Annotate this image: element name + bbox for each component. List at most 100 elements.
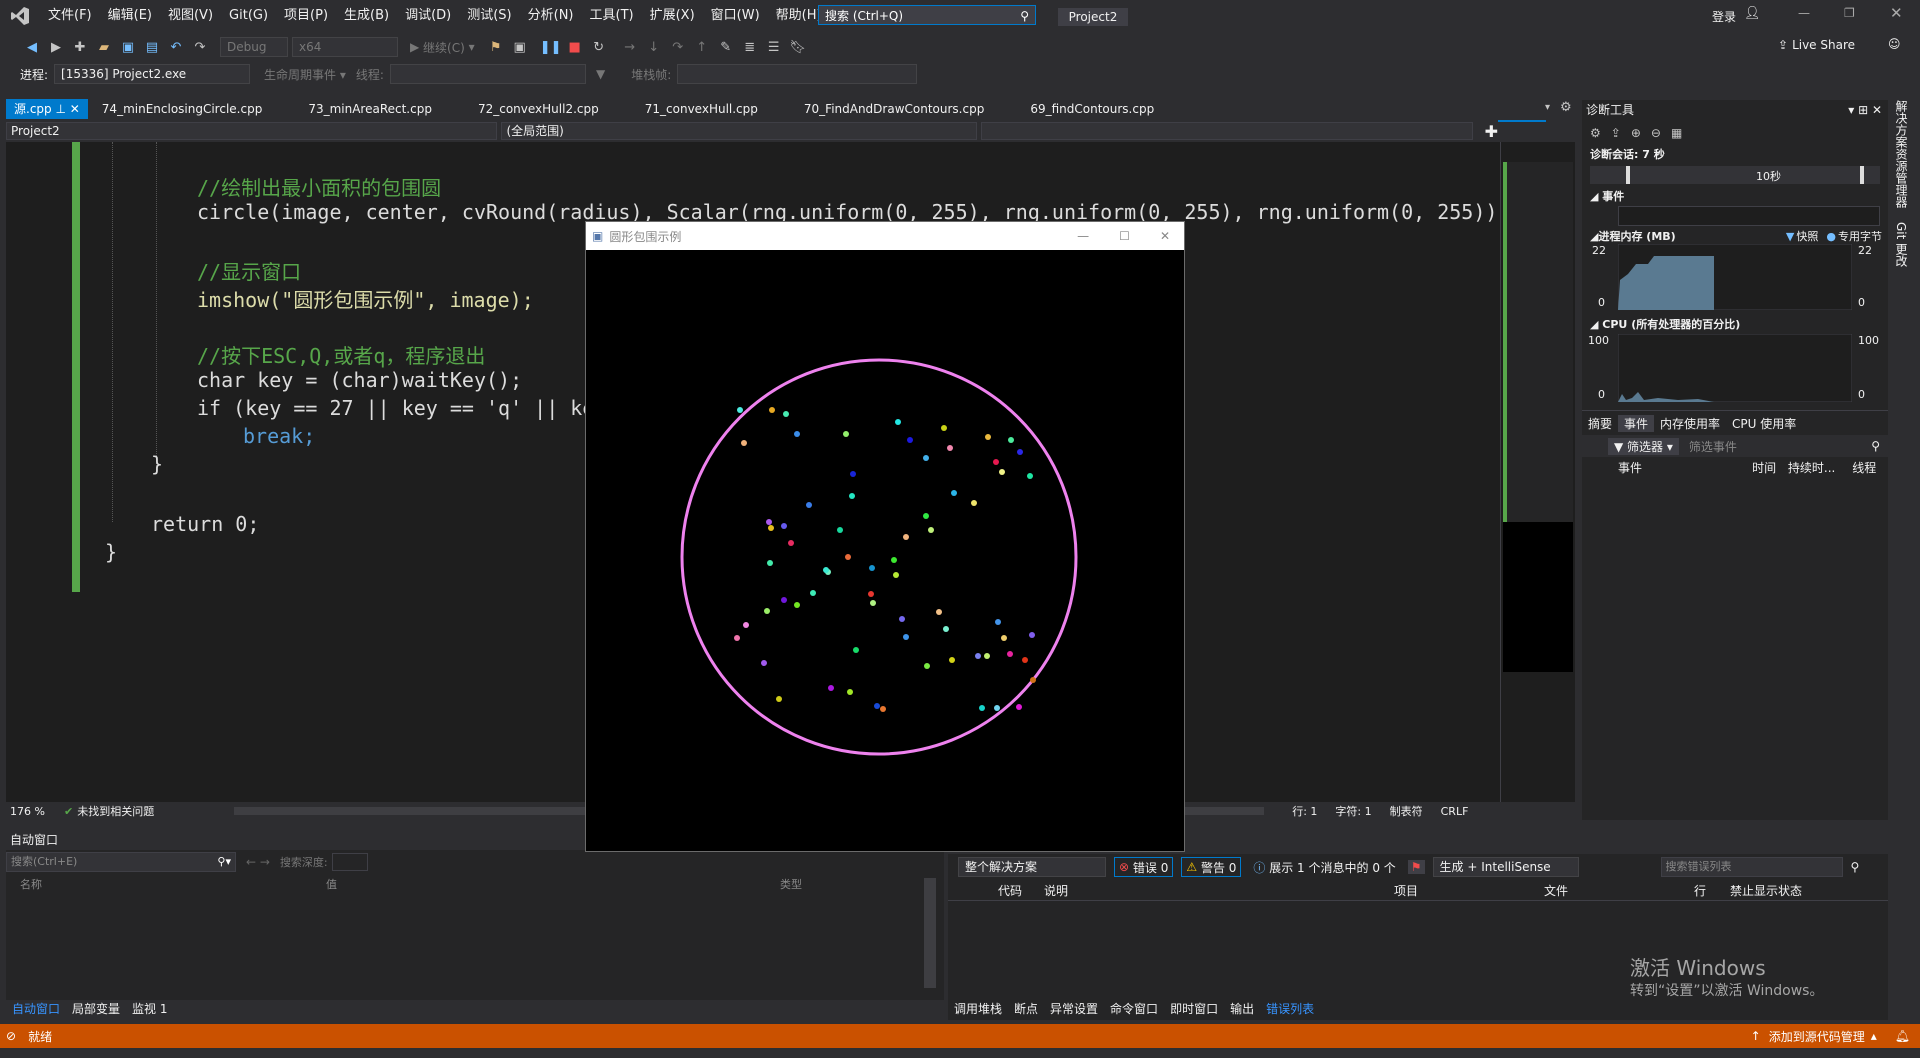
stackframe-select[interactable] (677, 64, 918, 84)
column-header[interactable]: 说明 (1044, 882, 1394, 899)
issues-status[interactable]: 未找到相关问题 (77, 803, 154, 819)
column-header[interactable]: 禁止显示状态 (1730, 882, 1870, 899)
pause-icon[interactable]: ❚❚ (540, 36, 562, 58)
step-out-icon[interactable]: ↑ (691, 36, 713, 58)
reset-zoom-icon[interactable]: ▦ (1671, 126, 1682, 140)
menu-item[interactable]: 扩展(X) (642, 0, 703, 32)
column-header[interactable]: 代码 (948, 882, 1044, 899)
bottom-tab[interactable]: 断点 (1008, 1000, 1044, 1017)
diagnostics-tab[interactable]: 内存使用率 (1654, 415, 1726, 432)
map-scrollbar[interactable] (1500, 142, 1575, 802)
lifecycle-events-button[interactable]: 生命周期事件 ▾ (264, 66, 346, 83)
solution-explorer-tab[interactable]: 解决方案资源管理器 (1893, 100, 1910, 208)
platform-select[interactable]: x64 (292, 37, 398, 57)
tab-overflow-icon[interactable]: ▾ (1545, 102, 1550, 113)
back-icon[interactable]: ◀ (21, 36, 43, 58)
menu-item[interactable]: Git(G) (221, 0, 276, 32)
menu-item[interactable]: 工具(T) (582, 0, 642, 32)
filter-events-input[interactable]: 筛选事件 (1689, 438, 1737, 455)
scope-select[interactable]: (全局范围) (501, 122, 978, 140)
feedback-icon[interactable]: ☺ (1888, 37, 1901, 51)
bottom-tab[interactable]: 命令窗口 (1104, 1000, 1164, 1017)
bookmark-icon[interactable]: 🔖︎ (787, 36, 809, 58)
login-link[interactable]: 登录 (1712, 8, 1736, 25)
vertical-scrollbar[interactable] (924, 878, 936, 988)
char-indicator[interactable]: 字符: 1 (1335, 803, 1371, 819)
settings-icon[interactable]: ⚙ (1590, 126, 1601, 140)
member-select[interactable] (981, 122, 1473, 140)
tabs-indicator[interactable]: 制表符 (1390, 803, 1423, 819)
column-header[interactable]: 线程 (1852, 459, 1888, 476)
menu-item[interactable]: 窗口(W) (703, 0, 768, 32)
warnings-filter-button[interactable]: ⚠ 警告 0 (1181, 857, 1242, 877)
bottom-tab[interactable]: 调用堆栈 (948, 1000, 1008, 1017)
search-icon[interactable]: ⚲ (1871, 439, 1880, 453)
open-folder-icon[interactable]: ▰ (93, 36, 115, 58)
search-icon[interactable]: ⚲ (1851, 860, 1860, 874)
save-icon[interactable]: ▣ (117, 36, 139, 58)
cpu-section[interactable]: ◢ CPU (所有处理器的百分比) (1582, 316, 1888, 332)
new-project-icon[interactable]: ✚ (69, 36, 91, 58)
stop-icon[interactable]: ■ (564, 36, 586, 58)
redo-icon[interactable]: ↷ (189, 36, 211, 58)
diagnostics-tab[interactable]: CPU 使用率 (1726, 415, 1802, 432)
user-icon[interactable]: 👤︎ (1744, 6, 1761, 21)
screenshot-icon[interactable]: ▣ (509, 36, 531, 58)
menu-item[interactable]: 视图(V) (160, 0, 221, 32)
menu-item[interactable]: 项目(P) (276, 0, 336, 32)
menu-item[interactable]: 调试(D) (397, 0, 459, 32)
hot-reload-icon[interactable]: ✎ (715, 36, 737, 58)
git-changes-tab[interactable]: Git 更改 (1893, 222, 1910, 267)
split-view-icon[interactable]: ✚ (1485, 122, 1498, 141)
errors-filter-button[interactable]: ⊗ 错误 0 (1114, 857, 1174, 877)
eol-indicator[interactable]: CRLF (1441, 805, 1469, 818)
menu-item[interactable]: 生成(B) (336, 0, 397, 32)
column-header[interactable]: 文件 (1544, 882, 1694, 899)
events-section[interactable]: ◢ 事件 (1582, 188, 1888, 204)
bottom-tab[interactable]: 异常设置 (1044, 1000, 1104, 1017)
tab-pin-close-icon[interactable]: ⊥ ✕ (52, 102, 79, 116)
bottom-tab[interactable]: 即时窗口 (1164, 1000, 1224, 1017)
bottom-tab[interactable]: 监视 1 (126, 1000, 173, 1017)
document-tab[interactable]: 源.cpp ⊥ ✕ (6, 99, 88, 119)
line-indicator[interactable]: 行: 1 (1292, 803, 1317, 819)
restart-icon[interactable]: ↻ (588, 36, 610, 58)
step-over-icon[interactable]: ↷ (667, 36, 689, 58)
menu-item[interactable]: 分析(N) (520, 0, 582, 32)
settings-icon[interactable]: ⚙ (1560, 100, 1572, 115)
live-share-button[interactable]: ⇪ Live Share (1778, 38, 1855, 52)
document-tab[interactable]: 69_findContours.cpp (1022, 99, 1162, 119)
window-titlebar[interactable]: ▣ 圆形包围示例 — ☐ ✕ (586, 222, 1184, 250)
search-input[interactable]: 搜索 (Ctrl+Q) ⚲ (818, 5, 1036, 25)
autos-search-input[interactable]: 搜索(Ctrl+E) ⚲▾ (6, 852, 236, 872)
build-filter-icon[interactable]: ⚑ (1407, 860, 1425, 874)
window-minimize-button[interactable]: — (1077, 229, 1089, 243)
search-depth-select[interactable] (331, 853, 368, 871)
filter-icon[interactable]: ▼ (596, 67, 605, 81)
undo-icon[interactable]: ↶ (165, 36, 187, 58)
opencv-window[interactable]: ▣ 圆形包围示例 — ☐ ✕ (585, 221, 1185, 852)
build-source-select[interactable]: 生成 + IntelliSense (1432, 857, 1579, 877)
bottom-tab[interactable]: 局部变量 (66, 1000, 126, 1017)
scope-select[interactable]: 整个解决方案 (958, 857, 1106, 877)
zoom-in-icon[interactable]: ⊕ (1631, 126, 1641, 140)
show-next-statement-icon[interactable]: → (619, 36, 641, 58)
continue-button[interactable]: ▶ 继续(C) ▾ (410, 39, 475, 56)
search-back-icon[interactable]: ← → (246, 855, 270, 869)
step-into-icon[interactable]: ↓ (643, 36, 665, 58)
column-header[interactable]: 事件 (1582, 459, 1752, 476)
document-tab[interactable]: 70_FindAndDrawContours.cpp (796, 99, 992, 119)
zoom-out-icon[interactable]: ⊖ (1651, 126, 1661, 140)
bottom-tab[interactable]: 错误列表 (1260, 1000, 1320, 1017)
column-header[interactable]: 项目 (1394, 882, 1544, 899)
threads-icon[interactable]: ≣ (739, 36, 761, 58)
document-tab[interactable]: 72_convexHull2.cpp (470, 99, 607, 119)
zoom-level[interactable]: 176 % (6, 805, 50, 818)
menu-item[interactable]: 测试(S) (459, 0, 519, 32)
document-tab[interactable]: 71_convexHull.cpp (637, 99, 766, 119)
column-header[interactable]: 持续时... (1788, 459, 1852, 476)
messages-filter-button[interactable]: ⓘ 展示 1 个消息中的 0 个 (1249, 858, 1399, 876)
window-close-button[interactable]: ✕ (1160, 229, 1170, 243)
process-select[interactable]: [15336] Project2.exe (54, 64, 251, 84)
timeline-ruler[interactable]: 10秒 (1590, 166, 1880, 184)
